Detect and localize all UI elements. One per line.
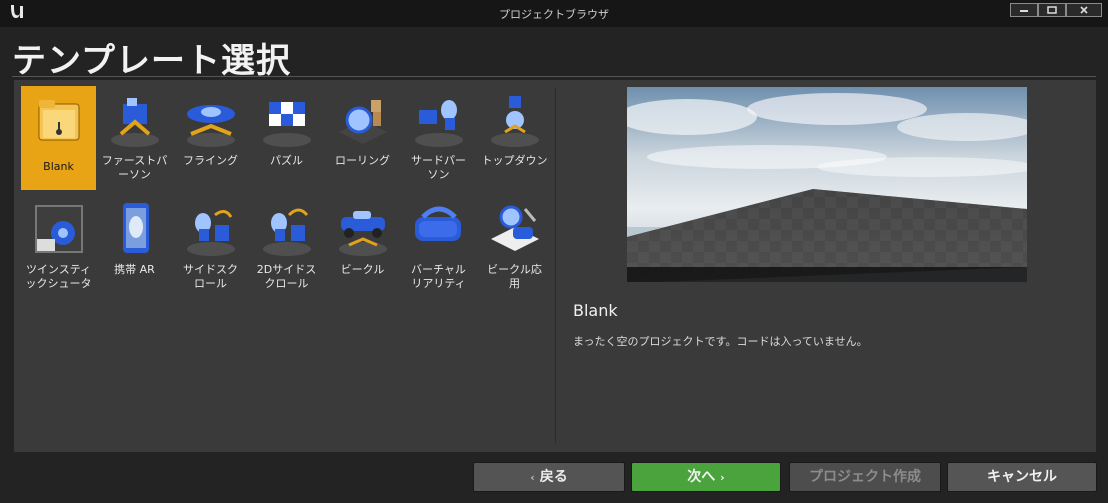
template-label: 2Dサイドス クロール [256, 263, 317, 290]
template-tile[interactable]: ビークル応 用 [477, 195, 552, 299]
template-description: まったく空のプロジェクトです。コードは入っていません。 [573, 335, 868, 348]
next-button[interactable]: 次へ › [631, 462, 781, 492]
template-tile[interactable]: ファーストパ ーソン [97, 86, 172, 190]
title-bar: プロジェクトブラウザ [0, 0, 1108, 27]
template-label: サイドスク ロール [183, 263, 238, 290]
chevron-left-icon: ‹ [530, 471, 535, 484]
template-tile[interactable]: パズル [249, 86, 324, 190]
template-tile[interactable]: サイドスク ロール [173, 195, 248, 299]
template-panel: Blank ファーストパ ーソン フライング パズル ローリング サードパー ソン トップダ… [14, 80, 1096, 452]
panel-divider [555, 88, 556, 444]
minimize-button[interactable] [1010, 3, 1038, 17]
template-tile[interactable]: 2Dサイドス クロール [249, 195, 324, 299]
maximize-button[interactable] [1038, 3, 1066, 17]
template-tile[interactable]: フライング [173, 86, 248, 190]
template-label: ローリング [335, 154, 390, 167]
template-label: 携帯 AR [114, 263, 155, 276]
minimize-icon [1020, 10, 1028, 12]
template-preview-image [627, 87, 1027, 282]
window-title: プロジェクトブラウザ [499, 8, 609, 21]
template-label: Blank [43, 160, 74, 173]
template-tile[interactable]: ツインスティ ックシュータ [21, 195, 96, 299]
2d-side-scroll-icon [257, 199, 317, 259]
side-scroll-icon [181, 199, 241, 259]
template-tile[interactable]: ビークル [325, 195, 400, 299]
next-button-label: 次へ [687, 469, 716, 485]
close-button[interactable] [1066, 3, 1102, 17]
template-label: ファーストパ ーソン [101, 154, 168, 181]
template-label: サードパー ソン [411, 154, 466, 181]
template-tile[interactable]: サードパー ソン [401, 86, 476, 190]
template-tile[interactable]: トップダウン [477, 86, 552, 190]
template-label: ビークル [340, 263, 385, 276]
back-button-label: 戻る [539, 469, 568, 485]
flying-icon [181, 90, 241, 150]
top-down-icon [485, 90, 545, 150]
third-person-icon [409, 90, 469, 150]
maximize-icon [1047, 6, 1057, 14]
template-label: ツインスティ ックシュータ [25, 263, 92, 290]
first-person-icon [105, 90, 165, 150]
template-label: フライング [183, 154, 238, 167]
blank-folder-icon [29, 90, 89, 150]
vehicle-icon [333, 199, 393, 259]
template-name: Blank [573, 301, 618, 320]
template-label: トップダウン [481, 154, 548, 167]
vehicle-advanced-icon [485, 199, 545, 259]
twin-stick-icon [29, 199, 89, 259]
header-divider [12, 76, 1096, 77]
template-tile[interactable]: バーチャル リアリティ [401, 195, 476, 299]
project-browser-window: プロジェクトブラウザ テンプレート選択 Blank ファーストパ ーソン フライング… [0, 0, 1108, 503]
back-button[interactable]: ‹ 戻る [473, 462, 625, 492]
page-title: テンプレート選択 [12, 41, 291, 81]
rolling-icon [333, 90, 393, 150]
template-label: ビークル応 用 [487, 263, 542, 290]
cancel-button[interactable]: キャンセル [947, 462, 1097, 492]
template-tile[interactable]: ローリング [325, 86, 400, 190]
chevron-right-icon: › [720, 471, 725, 484]
handheld-ar-icon [105, 199, 165, 259]
close-icon [1080, 6, 1088, 14]
window-controls [1010, 3, 1102, 17]
template-tile[interactable]: 携帯 AR [97, 195, 172, 299]
vr-headset-icon [409, 199, 469, 259]
create-project-button[interactable]: プロジェクト作成 [789, 462, 941, 492]
puzzle-icon [257, 90, 317, 150]
template-label: パズル [270, 154, 303, 167]
template-tile[interactable]: Blank [21, 86, 96, 190]
template-label: バーチャル リアリティ [411, 263, 466, 290]
